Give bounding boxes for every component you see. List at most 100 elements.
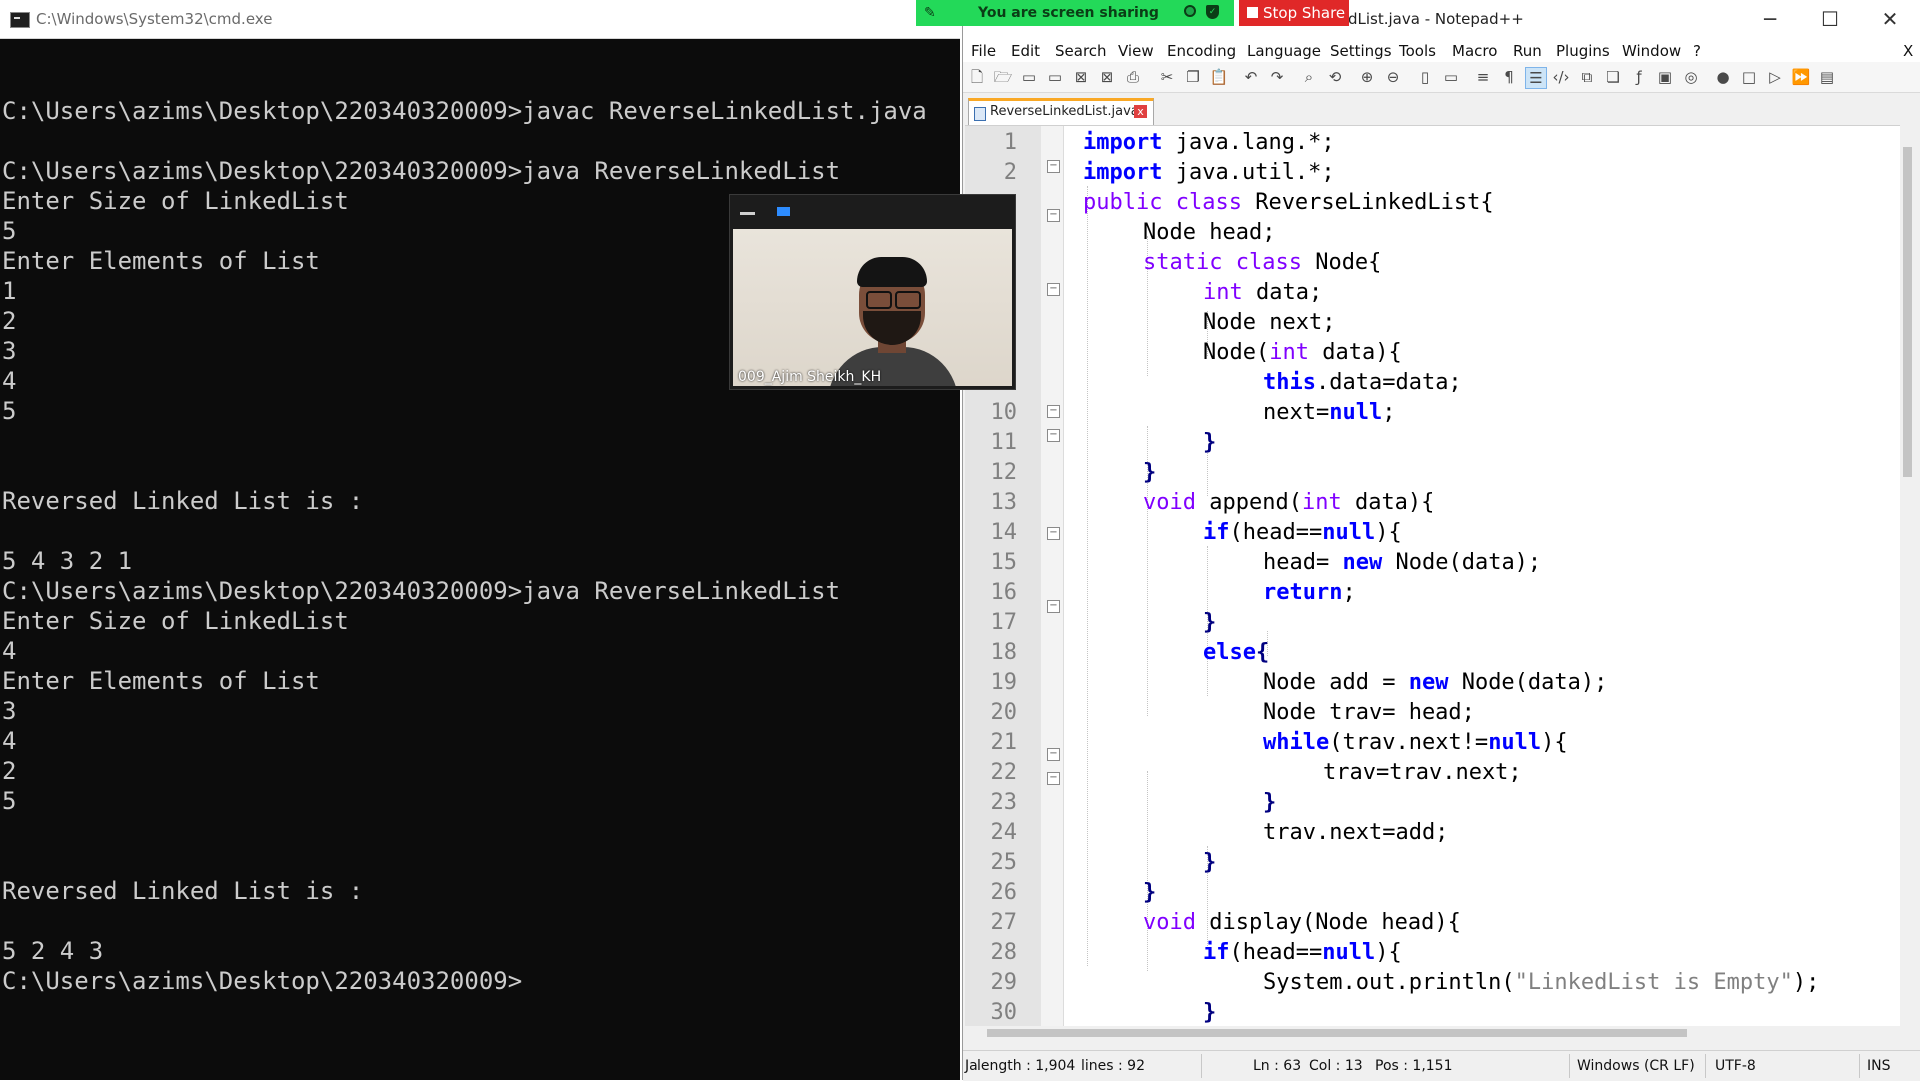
stop-share-button[interactable]: Stop Share bbox=[1239, 0, 1349, 26]
fold-marker[interactable]: − bbox=[1047, 209, 1060, 222]
fold-marker[interactable]: − bbox=[1047, 748, 1060, 761]
keyword: this bbox=[1263, 370, 1316, 395]
fold-marker[interactable]: − bbox=[1047, 527, 1060, 540]
menu-view[interactable]: View bbox=[1118, 42, 1154, 60]
xml-tag-icon[interactable]: ‹/› bbox=[1551, 67, 1571, 87]
glasses-lens-icon bbox=[866, 291, 892, 309]
keyword: public class bbox=[1083, 190, 1242, 215]
line-number: 25 bbox=[990, 850, 1018, 875]
menu-search[interactable]: Search bbox=[1055, 42, 1107, 60]
zoom-in-icon[interactable]: ⊕ bbox=[1357, 67, 1377, 87]
fold-marker[interactable]: − bbox=[1047, 283, 1060, 296]
menu-encoding[interactable]: Encoding bbox=[1167, 42, 1236, 60]
menu-plugins[interactable]: Plugins bbox=[1556, 42, 1610, 60]
status-bar: Ja length : 1,904 lines : 92 Ln : 63 Col… bbox=[963, 1050, 1920, 1081]
fold-marker[interactable]: − bbox=[1047, 160, 1060, 173]
fold-marker[interactable]: − bbox=[1047, 772, 1060, 785]
tab-reverselinkedlist[interactable]: ReverseLinkedList.java x bbox=[968, 98, 1154, 126]
keyword: return bbox=[1263, 580, 1343, 605]
menu-edit[interactable]: Edit bbox=[1011, 42, 1040, 60]
fold-marker[interactable]: − bbox=[1047, 429, 1060, 442]
code-text: data){ bbox=[1341, 490, 1435, 515]
fold-marker[interactable]: − bbox=[1047, 405, 1060, 418]
maximize-button[interactable]: ☐ bbox=[1807, 4, 1853, 34]
function-list-icon[interactable]: ƒ bbox=[1629, 67, 1649, 87]
record-macro-icon[interactable]: ● bbox=[1713, 67, 1733, 87]
close-all-icon[interactable]: ⊠ bbox=[1097, 67, 1117, 87]
menu-tools[interactable]: Tools bbox=[1399, 42, 1436, 60]
scroll-thumb[interactable] bbox=[1903, 147, 1912, 477]
glasses-lens-icon bbox=[895, 291, 921, 309]
vertical-scrollbar[interactable] bbox=[1900, 125, 1917, 1025]
save-icon[interactable]: ▭ bbox=[1019, 67, 1039, 87]
menu-language[interactable]: Language bbox=[1247, 42, 1321, 60]
menu-close-doc[interactable]: X bbox=[1903, 42, 1913, 60]
menu-settings[interactable]: Settings bbox=[1330, 42, 1392, 60]
fold-marker[interactable]: − bbox=[1047, 600, 1060, 613]
doc-map-icon[interactable]: ⧉ bbox=[1577, 67, 1597, 87]
save-all-icon[interactable]: ▭ bbox=[1045, 67, 1065, 87]
status-line: Ln : 63 bbox=[1253, 1058, 1302, 1074]
sync-vertical-icon[interactable]: ▯ bbox=[1415, 67, 1435, 87]
status-pos: Pos : 1,151 bbox=[1375, 1058, 1453, 1074]
shield-icon[interactable]: ✓ bbox=[1206, 5, 1219, 19]
keyword: null bbox=[1322, 520, 1376, 545]
code-line: public class ReverseLinkedList{ bbox=[1083, 190, 1494, 215]
expand-video-icon[interactable] bbox=[777, 207, 790, 216]
monitor-icon[interactable]: ▣ bbox=[1655, 67, 1675, 87]
paste-icon[interactable]: 📋 bbox=[1209, 67, 1229, 87]
run-macro-multiple-icon[interactable]: ⏩ bbox=[1791, 67, 1811, 87]
scroll-thumb[interactable] bbox=[987, 1029, 1687, 1037]
video-panel[interactable]: 009_Ajim Sheikh_KH bbox=[729, 194, 1016, 390]
menu-macro[interactable]: Macro bbox=[1452, 42, 1497, 60]
indent-guide-icon[interactable]: ☰ bbox=[1525, 67, 1547, 89]
cmd-window[interactable]: C:\Windows\System32\cmd.exe C:\Users\azi… bbox=[0, 0, 960, 1080]
keyword: new bbox=[1342, 550, 1383, 575]
find-icon[interactable]: ⌕ bbox=[1299, 67, 1319, 87]
minimize-video-icon[interactable] bbox=[740, 212, 755, 215]
save-macro-icon[interactable]: ▤ bbox=[1817, 67, 1837, 87]
status-eol: Windows (CR LF) bbox=[1577, 1058, 1695, 1074]
minimize-button[interactable]: ─ bbox=[1747, 4, 1793, 34]
menu-file[interactable]: File bbox=[971, 42, 996, 60]
cut-icon[interactable]: ✂ bbox=[1157, 67, 1177, 87]
folder-workspace-icon[interactable]: ◎ bbox=[1681, 67, 1701, 87]
code-text: next= bbox=[1263, 400, 1330, 425]
recording-icon[interactable] bbox=[1184, 5, 1196, 17]
redo-icon[interactable]: ↷ bbox=[1267, 67, 1287, 87]
close-button[interactable]: ✕ bbox=[1867, 4, 1913, 34]
file-icon bbox=[974, 107, 986, 121]
open-file-icon[interactable]: 🗁 bbox=[993, 67, 1013, 87]
zoom-out-icon[interactable]: ⊖ bbox=[1383, 67, 1403, 87]
code-line: return; bbox=[1263, 580, 1356, 605]
cmd-app-icon bbox=[10, 12, 30, 28]
play-macro-icon[interactable]: ▷ bbox=[1765, 67, 1785, 87]
undo-icon[interactable]: ↶ bbox=[1241, 67, 1261, 87]
code-line: Node head; bbox=[1143, 220, 1275, 245]
cmd-title-bar[interactable]: C:\Windows\System32\cmd.exe bbox=[0, 0, 960, 39]
new-file-icon[interactable]: 🗋 bbox=[967, 67, 987, 87]
code-text: head= bbox=[1263, 550, 1343, 575]
show-all-chars-icon[interactable]: ¶ bbox=[1499, 67, 1519, 87]
tab-close-icon[interactable]: x bbox=[1134, 105, 1147, 118]
menu-window[interactable]: Window bbox=[1622, 42, 1681, 60]
stop-icon bbox=[1247, 7, 1258, 18]
screen-sharing-bar[interactable]: ✎ You are screen sharing ✓ bbox=[916, 0, 1234, 26]
copy-icon[interactable]: ❐ bbox=[1183, 67, 1203, 87]
menu-run[interactable]: Run bbox=[1513, 42, 1542, 60]
horizontal-scrollbar[interactable] bbox=[965, 1026, 1900, 1040]
word-wrap-icon[interactable]: ≡ bbox=[1473, 67, 1493, 87]
code-editor[interactable]: 1 2 10 11 12 13 14 15 16 17 18 19 20 21 22 23 24 25 26 27 28… bbox=[965, 125, 1900, 1026]
close-file-icon[interactable]: ⊠ bbox=[1071, 67, 1091, 87]
print-icon[interactable]: ⎙ bbox=[1123, 67, 1143, 87]
doc-list-icon[interactable]: ❏ bbox=[1603, 67, 1623, 87]
sync-horizontal-icon[interactable]: ▭ bbox=[1441, 67, 1461, 87]
notepadpp-window[interactable]: dList.java - Notepad++ ─ ☐ ✕ File Edit S… bbox=[962, 0, 1920, 1081]
code-line: trav=trav.next; bbox=[1323, 760, 1522, 785]
stop-macro-icon[interactable]: □ bbox=[1739, 67, 1759, 87]
code-line: int data; bbox=[1203, 280, 1322, 305]
code-text: display(Node head){ bbox=[1195, 910, 1461, 935]
menu-help[interactable]: ? bbox=[1693, 42, 1701, 60]
replace-icon[interactable]: ⟲ bbox=[1325, 67, 1345, 87]
